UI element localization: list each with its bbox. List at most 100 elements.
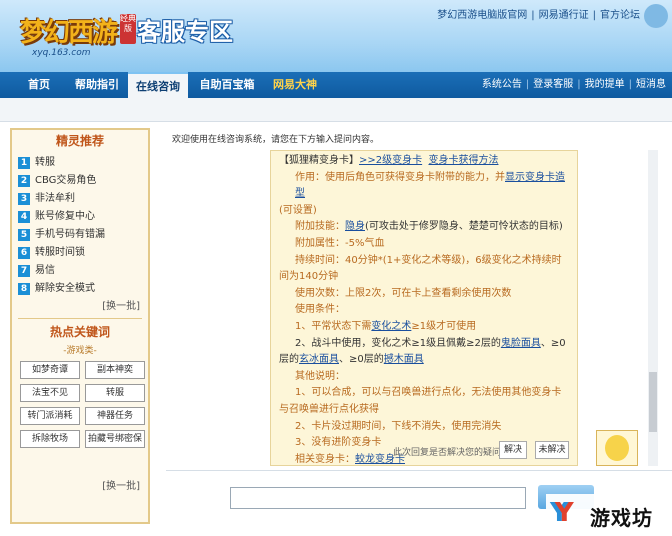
main-nav: 首页 帮助指引 在线咨询 自助百宝箱 网易大神 系统公告 | 登录客服 | 我的提单 | 短… xyxy=(0,72,672,98)
recommend-item[interactable]: 6 转服时间锁 xyxy=(18,244,148,262)
hot-keywords-title: 热点关键词 xyxy=(49,325,110,339)
recommend-item[interactable]: 2 CBG交易角色 xyxy=(18,172,148,190)
recommend-item[interactable]: 8 解除安全模式 xyxy=(18,280,148,298)
question-input[interactable] xyxy=(230,487,526,509)
game-logo[interactable]: 梦幻西游 经典版 xyq.163.com xyxy=(6,4,136,64)
keyword-grid: 如梦奇谭 副本神奕 法宝不见 转服 转门派消耗 神器任务 拆除牧场 拍藏号绑密保 xyxy=(12,359,148,450)
item-number: 8 xyxy=(18,283,30,295)
unsolved-button[interactable]: 未解决 xyxy=(535,441,569,459)
keyword-button[interactable]: 拍藏号绑密保 xyxy=(85,430,145,448)
link-level2-card[interactable]: >>2级变身卡 xyxy=(359,155,422,166)
keyword-button[interactable]: 转服 xyxy=(85,384,145,402)
separator: | xyxy=(592,10,596,21)
top-link-official-site[interactable]: 梦幻西游电脑版官网 xyxy=(437,10,527,21)
top-links: 梦幻西游电脑版官网 | 网易通行证 | 官方论坛 xyxy=(435,6,642,21)
keyword-category: -游戏类- xyxy=(63,346,97,356)
cond-text: 2、战斗中使用，变化之术≥1级且佩戴≥2层的 xyxy=(295,337,501,349)
keyword-button[interactable]: 神器任务 xyxy=(85,407,145,425)
tab-online-consult[interactable]: 在线咨询 xyxy=(128,72,188,98)
cond-text: 、≥0 xyxy=(540,337,566,349)
cond-text: 、≥0层的 xyxy=(339,354,384,366)
keyword-button[interactable]: 拆除牧场 xyxy=(20,430,80,448)
refresh-keywords-button[interactable]: [换一批] xyxy=(12,478,148,496)
top-link-forum[interactable]: 官方论坛 xyxy=(600,10,640,21)
note-text: 2、卡片没过期时间，下线不消失，使用完消失 xyxy=(295,420,502,432)
nav-right-links: 系统公告 | 登录客服 | 我的提单 | 短消息 xyxy=(480,72,668,98)
item-number: 7 xyxy=(18,265,30,277)
recommend-title: 精灵推荐 xyxy=(55,134,104,148)
keyword-button[interactable]: 副本神奕 xyxy=(85,361,145,379)
link-ghost-mask[interactable]: 鬼脸面具 xyxy=(501,338,541,349)
attr-text: 附加属性：-5%气血 xyxy=(295,237,385,249)
recommend-item[interactable]: 3 非法牟利 xyxy=(18,190,148,208)
note-text: 1、可以合成，可以与召唤兽进行点化，无法使用其他变身卡 xyxy=(295,387,562,399)
scrollbar[interactable] xyxy=(648,150,658,466)
item-label: 转服时间锁 xyxy=(35,247,85,258)
link-card-obtain[interactable]: 变身卡获得方法 xyxy=(428,155,498,166)
divider xyxy=(18,318,142,319)
decorative-circle xyxy=(644,4,668,28)
link-messages[interactable]: 短消息 xyxy=(636,79,666,90)
separator: | xyxy=(628,79,632,90)
uses-text: 使用次数：上限2次，可在卡上查看剩余使用次数 xyxy=(295,287,512,299)
link-login-service[interactable]: 登录客服 xyxy=(533,79,573,90)
keyword-button[interactable]: 转门派消耗 xyxy=(20,407,80,425)
item-label: 非法牟利 xyxy=(35,193,75,204)
answer-content: 【狐狸精变身卡】>>2级变身卡 变身卡获得方法 作用：使用后角色可获得变身卡附带… xyxy=(271,151,577,465)
welcome-message: 欢迎使用在线咨询系统，请您在下方输入提问内容。 xyxy=(172,135,380,145)
link-announcement[interactable]: 系统公告 xyxy=(482,79,522,90)
item-number: 3 xyxy=(18,193,30,205)
notes-title: 其他说明： xyxy=(295,370,345,382)
item-label: CBG交易角色 xyxy=(35,175,97,186)
page-title: 客服专区 xyxy=(137,18,233,46)
duration-text-2: 间为140分钟 xyxy=(279,271,339,283)
recommend-item[interactable]: 1 转服 xyxy=(18,154,148,172)
tab-help-guide[interactable]: 帮助指引 xyxy=(66,72,128,98)
note-text: 与召唤兽进行点化获得 xyxy=(279,403,379,415)
tab-home[interactable]: 首页 xyxy=(14,72,64,98)
separator: | xyxy=(577,79,581,90)
watermark-logo-icon: YY xyxy=(550,498,574,528)
link-transform-skill[interactable]: 变化之术 xyxy=(371,321,411,332)
tab-self-service[interactable]: 自助百宝箱 xyxy=(192,72,262,98)
recommend-item[interactable]: 5 手机号码有错漏 xyxy=(18,226,148,244)
duration-text: 持续时间：40分钟*(1+变化之术等级)，6级变化之术持续时 xyxy=(295,254,562,266)
logo-url: xyq.163.com xyxy=(32,48,91,58)
recommend-item[interactable]: 7 易信 xyxy=(18,262,148,280)
keyword-button[interactable]: 法宝不见 xyxy=(20,384,80,402)
separator: | xyxy=(531,10,535,21)
link-wood-mask[interactable]: 撼木面具 xyxy=(384,354,424,365)
item-number: 4 xyxy=(18,211,30,223)
sidebar: 精灵推荐 1 转服 2 CBG交易角色 3 非法牟利 4 账号修复中心 5 手机号码有错漏… xyxy=(10,128,150,524)
solved-button[interactable]: 解决 xyxy=(499,441,527,459)
item-number: 6 xyxy=(18,247,30,259)
item-label: 易信 xyxy=(35,265,55,276)
refresh-recommend-button[interactable]: [换一批] xyxy=(12,298,148,316)
cond-text: 1、平常状态下需 xyxy=(295,320,372,332)
site-header: 梦幻西游 经典版 xyq.163.com 客服专区 梦幻西游电脑版官网 | 网易通行… xyxy=(0,0,672,72)
separator: | xyxy=(525,79,530,90)
item-label: 手机号码有错漏 xyxy=(35,229,105,240)
recommend-list: 1 转服 2 CBG交易角色 3 非法牟利 4 账号修复中心 5 手机号码有错漏 6 转服时… xyxy=(12,152,148,298)
feedback-bar: 此次回复是否解决您的疑问： 解决 未解决 xyxy=(271,441,577,461)
keyword-button[interactable]: 如梦奇谭 xyxy=(20,361,80,379)
top-link-passport[interactable]: 网易通行证 xyxy=(539,10,589,21)
answer-bubble: 【狐狸精变身卡】>>2级变身卡 变身卡获得方法 作用：使用后角色可获得变身卡附带… xyxy=(270,150,578,466)
link-stealth-skill[interactable]: 隐身 xyxy=(345,221,365,232)
conditions-title: 使用条件： xyxy=(295,304,345,316)
assistant-avatar xyxy=(596,430,638,466)
effect-suffix: (可设置) xyxy=(279,204,317,216)
cond-text: 层的 xyxy=(279,354,299,366)
feedback-question: 此次回复是否解决您的疑问： xyxy=(393,448,511,458)
link-my-tickets[interactable]: 我的提单 xyxy=(585,79,625,90)
logo-badge: 经典版 xyxy=(120,14,136,44)
watermark: YY 游戏坊 xyxy=(546,494,672,536)
link-ice-mask[interactable]: 玄冰面具 xyxy=(299,354,339,365)
item-number: 1 xyxy=(18,157,30,169)
logo-text: 梦幻西游 xyxy=(20,18,118,48)
recommend-item[interactable]: 4 账号修复中心 xyxy=(18,208,148,226)
scrollbar-thumb[interactable] xyxy=(649,372,657,432)
item-number: 2 xyxy=(18,175,30,187)
tab-netease-dashen[interactable]: 网易大神 xyxy=(266,72,324,98)
skill-desc: (可攻击处于修罗隐身、楚楚可怜状态的目标) xyxy=(365,221,563,233)
